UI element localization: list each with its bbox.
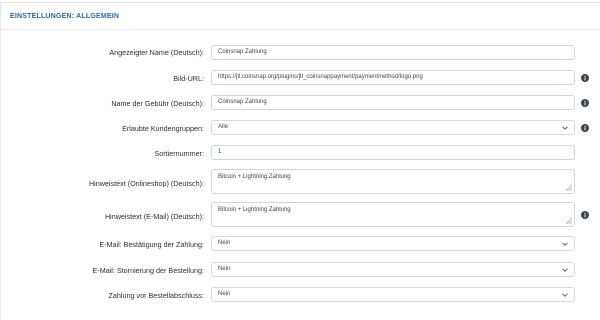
chevron-down-icon [562,242,568,246]
hinweis-mail-text: Bitcoin + Lightning Zahlung [218,207,291,213]
hinweis-shop-textarea[interactable]: Bitcoin + Lightning Zahlung [211,169,575,194]
info-icon[interactable] [581,211,589,219]
section-title: EINSTELLUNGEN: ALLGEMEIN [10,13,120,20]
info-icon[interactable] [581,124,589,132]
label-name-de: Angezeigter Name (Deutsch): [109,48,204,57]
resize-handle-icon[interactable] [566,218,572,224]
kundengruppen-value: Alle [218,124,229,130]
hinweis-shop-text: Bitcoin + Lightning Zahlung [218,174,291,180]
label-hinweis-shop: Hinweistext (Onlineshop) (Deutsch): [88,179,204,188]
label-vor-bestellabschluss: Zahlung vor Bestellabschluss: [108,291,204,300]
label-bild-url: Bild-URL: [173,74,204,83]
label-sortiernummer: Sortiernummer: [154,149,204,158]
section-divider [0,29,600,30]
label-kundengruppen: Erlaubte Kundengruppen: [122,124,204,133]
label-gebuehr-de: Name der Gebühr (Deutsch): [111,99,204,108]
chevron-down-icon [562,126,568,130]
mail-stornierung-value: Nein [218,266,231,272]
vor-bestellabschluss-select[interactable]: Nein [211,287,575,302]
kundengruppen-select[interactable]: Alle [211,120,575,135]
hinweis-mail-textarea[interactable]: Bitcoin + Lightning Zahlung [211,202,575,227]
left-border [0,2,1,320]
resize-handle-icon[interactable] [566,185,572,191]
label-mail-stornierung: E-Mail: Stornierung der Bestellung: [92,266,204,275]
mail-bestaetigung-select[interactable]: Nein [211,236,575,251]
info-icon[interactable] [581,99,589,107]
name-de-input[interactable]: Coinsnap Zahlung [211,45,575,60]
chevron-down-icon [562,268,568,272]
gebuehr-de-input[interactable]: Coinsnap Zahlung [211,95,575,110]
sortiernummer-input[interactable]: 1 [211,145,575,160]
chevron-down-icon [562,293,568,297]
label-hinweis-mail: Hinweistext (E-Mail) (Deutsch): [104,212,204,221]
info-icon[interactable] [581,74,589,82]
bild-url-input[interactable]: https://jtl.coinsnap.org/plugins/jtl_coi… [211,70,575,85]
vor-bestellabschluss-value: Nein [218,291,231,297]
top-divider [0,2,600,3]
label-mail-bestaetigung: E-Mail: Bestätigung der Zahlung: [99,240,204,249]
mail-bestaetigung-value: Nein [218,240,231,246]
mail-stornierung-select[interactable]: Nein [211,262,575,277]
